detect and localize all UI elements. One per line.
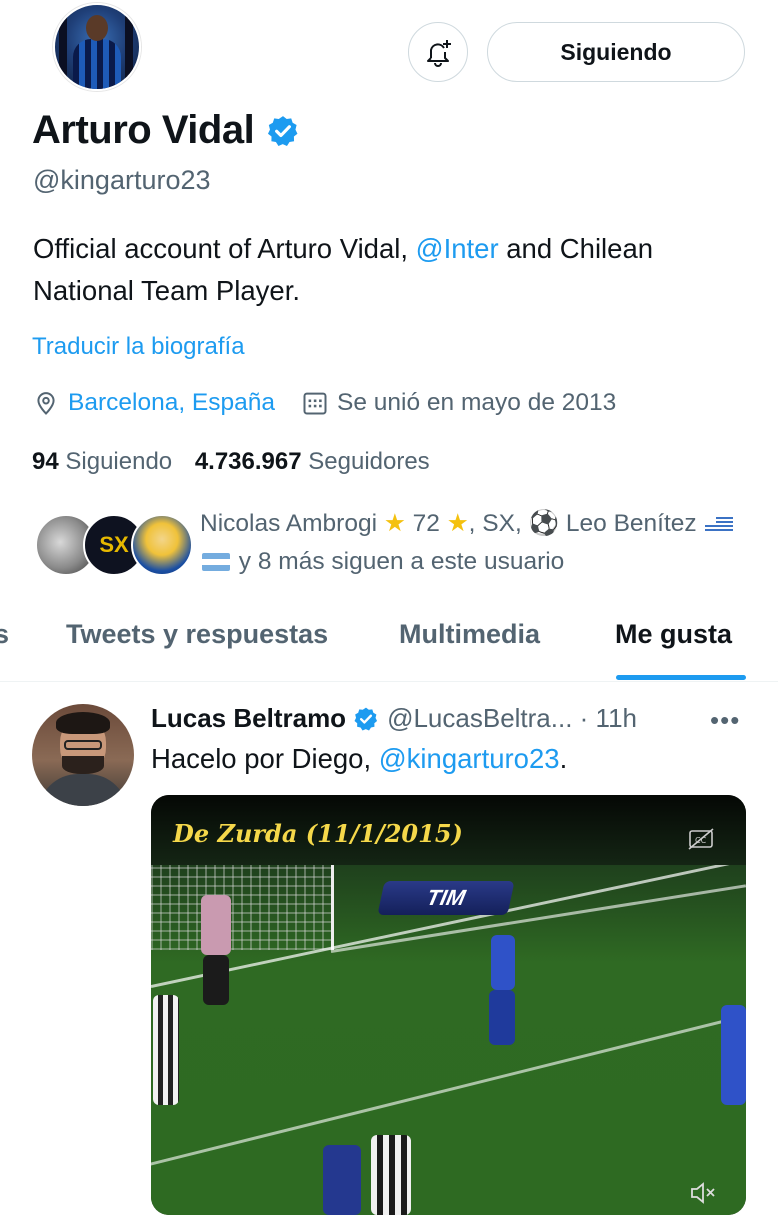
follower-name-3: Leo Benítez xyxy=(559,510,697,537)
ad-banner: TIM xyxy=(377,881,515,915)
player xyxy=(721,1005,746,1105)
profile-handle: @kingarturo23 xyxy=(33,165,211,195)
profile-name-row: Arturo Vidal xyxy=(32,108,300,153)
followers-stat-label: Seguidores xyxy=(308,448,430,475)
player xyxy=(371,1135,411,1215)
profile-stats: 94 Siguiendo 4.736.967 Seguidores xyxy=(32,448,430,476)
profile-location-link[interactable]: Barcelona, España xyxy=(68,389,275,417)
tab-media[interactable]: Multimedia xyxy=(399,619,540,650)
tweet-video[interactable]: TIM De Zurda (11/1/2015) CC xyxy=(151,795,746,1215)
more-icon[interactable]: ••• xyxy=(710,705,740,736)
following-count: 94 xyxy=(32,448,59,475)
following-button[interactable]: Siguiendo xyxy=(487,22,745,82)
tweet-author-name[interactable]: Lucas Beltramo xyxy=(151,703,346,734)
following-stat-label: Siguiendo xyxy=(65,448,173,475)
verified-badge-icon xyxy=(268,115,298,146)
player xyxy=(201,895,231,955)
flag-argentina-icon xyxy=(202,553,230,571)
player xyxy=(323,1145,361,1215)
verified-badge-icon xyxy=(354,707,378,730)
following-stat[interactable]: 94 Siguiendo xyxy=(32,448,172,475)
video-title: De Zurda (11/1/2015) xyxy=(173,819,463,848)
profile-bio: Official account of Arturo Vidal, @Inter… xyxy=(33,228,753,312)
location-pin-icon xyxy=(37,392,55,415)
bio-mention-link[interactable]: @Inter xyxy=(416,233,499,264)
captions-icon[interactable]: CC xyxy=(688,828,714,850)
tweet-mention-link[interactable]: @kingarturo23 xyxy=(379,743,560,774)
tweet-handle-time: @LucasBeltra... · 11h xyxy=(387,703,637,733)
bio-text-start: Official account of Arturo Vidal, xyxy=(33,233,416,264)
star-icon: ★ xyxy=(446,510,469,537)
player xyxy=(203,955,229,1005)
player xyxy=(491,935,515,990)
notifications-button[interactable] xyxy=(408,22,468,82)
calendar-icon xyxy=(303,392,327,415)
sx-logo: SX xyxy=(99,532,129,557)
follower-name-1: Nicolas Ambrogi xyxy=(200,510,378,537)
profile-avatar[interactable] xyxy=(53,3,141,91)
tab-tweets[interactable]: s xyxy=(0,619,9,650)
following-button-label: Siguiendo xyxy=(560,38,672,65)
tab-tweets-replies[interactable]: Tweets y respuestas xyxy=(66,619,328,650)
tweet-text-end: . xyxy=(559,743,568,774)
followers-more-text: y 8 más siguen a este usuario xyxy=(232,548,565,575)
followers-count: 4.736.967 xyxy=(194,448,302,475)
svg-text:CC: CC xyxy=(695,836,707,845)
avatar xyxy=(131,514,193,576)
video-frame: TIM xyxy=(151,851,746,1215)
follower-name-number: 72 xyxy=(412,510,440,537)
profile-name: Arturo Vidal xyxy=(32,108,255,152)
tab-likes[interactable]: Me gusta xyxy=(615,619,732,650)
tweet-text: Hacelo por Diego, @kingarturo23. xyxy=(151,743,567,775)
star-icon: ★ xyxy=(383,510,406,537)
followers-stat[interactable]: 4.736.967 Seguidores xyxy=(195,448,430,475)
tweet-text-start: Hacelo por Diego, xyxy=(151,743,379,774)
mute-icon[interactable] xyxy=(689,1180,717,1206)
followers-you-know-text[interactable]: Nicolas Ambrogi ★ 72 ★, SX, ⚽ Leo Beníte… xyxy=(200,505,760,581)
tweet-author-avatar[interactable] xyxy=(32,704,134,806)
soccer-ball-icon: ⚽ xyxy=(528,510,560,537)
profile-meta: Barcelona, España Se unió en mayo de 201… xyxy=(32,389,616,417)
active-tab-indicator xyxy=(616,675,746,680)
translate-bio-link[interactable]: Traducir la biografía xyxy=(32,333,245,361)
flag-uruguay-icon xyxy=(705,515,734,533)
ad-banner-text: TIM xyxy=(424,885,468,910)
profile-joined-date: Se unió en mayo de 2013 xyxy=(337,389,617,416)
tweet-header: Lucas Beltramo @LucasBeltra... · 11h xyxy=(151,703,637,734)
profile-tabs: s Tweets y respuestas Multimedia Me gust… xyxy=(0,605,778,682)
player xyxy=(153,995,179,1105)
follower-name-2: , SX, xyxy=(468,510,529,537)
bell-plus-icon xyxy=(427,40,451,67)
player xyxy=(489,990,515,1045)
